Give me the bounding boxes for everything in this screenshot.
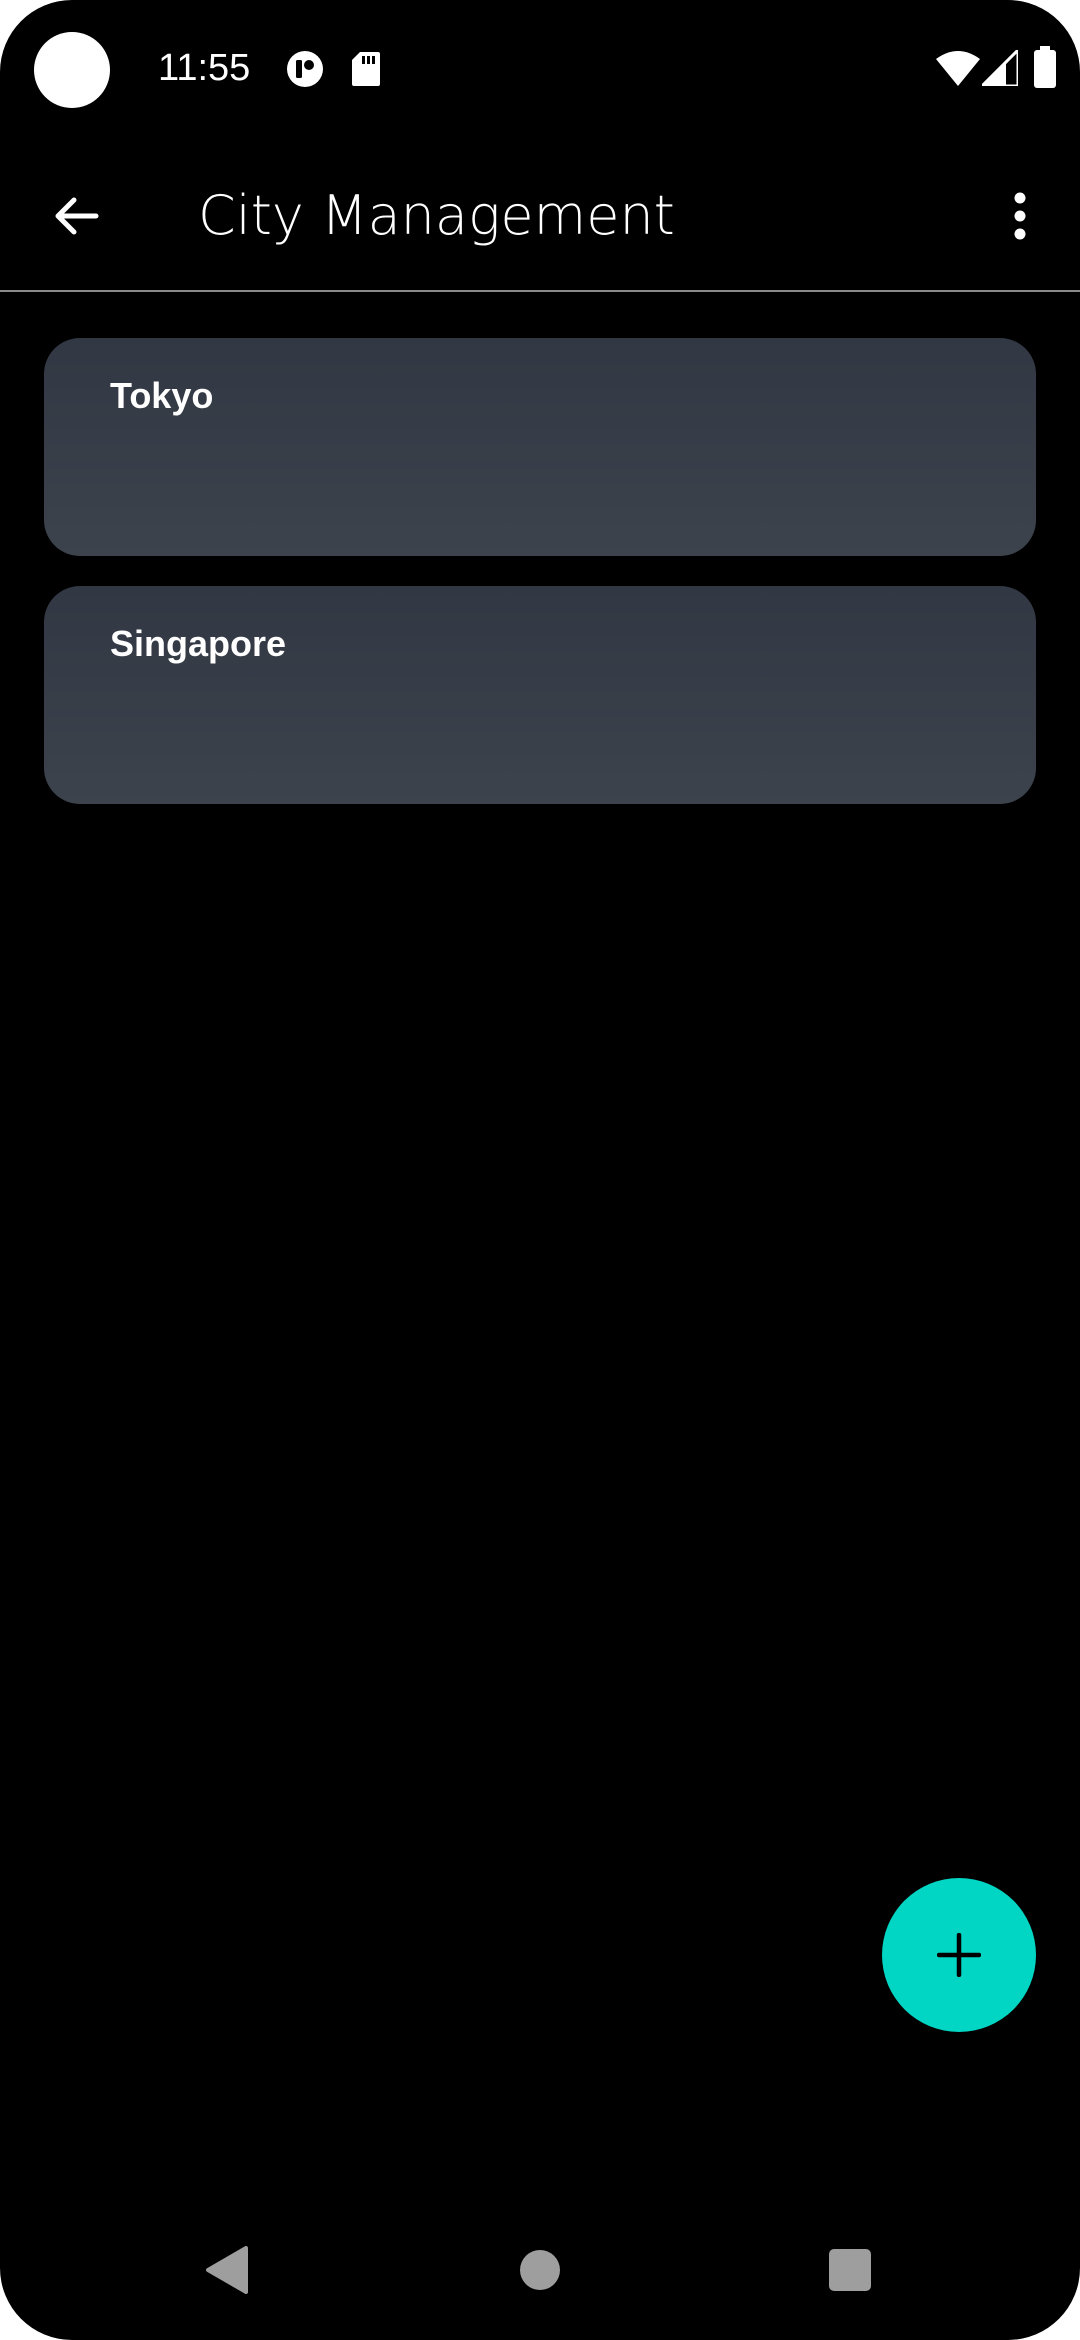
city-name: Singapore bbox=[110, 623, 287, 664]
back-button[interactable] bbox=[40, 180, 112, 252]
nav-recents-icon bbox=[829, 2249, 871, 2291]
city-name: Tokyo bbox=[110, 375, 214, 416]
app-bar: City Management bbox=[0, 140, 1080, 290]
status-bar: 11:55 bbox=[0, 0, 1080, 140]
screen: 11:55 City Management Tokyo Singapore bbox=[0, 0, 1080, 2340]
signal-icon bbox=[982, 50, 1018, 86]
wifi-icon bbox=[936, 51, 980, 86]
plus-icon bbox=[937, 1933, 981, 1977]
nav-back-button[interactable] bbox=[196, 2240, 256, 2300]
system-navigation-bar bbox=[0, 2220, 1080, 2340]
add-city-button[interactable] bbox=[882, 1878, 1036, 2032]
more-options-button[interactable] bbox=[984, 180, 1056, 252]
battery-icon bbox=[1034, 46, 1056, 88]
status-time: 11:55 bbox=[158, 47, 251, 89]
app-notification-icon bbox=[287, 51, 323, 87]
arrow-back-icon bbox=[55, 197, 99, 235]
more-vert-icon bbox=[1014, 192, 1026, 240]
camera-cutout bbox=[34, 32, 110, 108]
nav-home-button[interactable] bbox=[510, 2240, 570, 2300]
nav-back-icon bbox=[206, 2246, 248, 2294]
nav-home-icon bbox=[520, 2250, 560, 2290]
nav-recents-button[interactable] bbox=[820, 2240, 880, 2300]
sd-card-icon bbox=[352, 52, 380, 86]
city-card-singapore[interactable]: Singapore bbox=[44, 586, 1036, 804]
page-title: City Management bbox=[198, 184, 675, 247]
city-card-tokyo[interactable]: Tokyo bbox=[44, 338, 1036, 556]
app-bar-divider bbox=[0, 290, 1080, 292]
city-list: Tokyo Singapore bbox=[44, 338, 1036, 834]
